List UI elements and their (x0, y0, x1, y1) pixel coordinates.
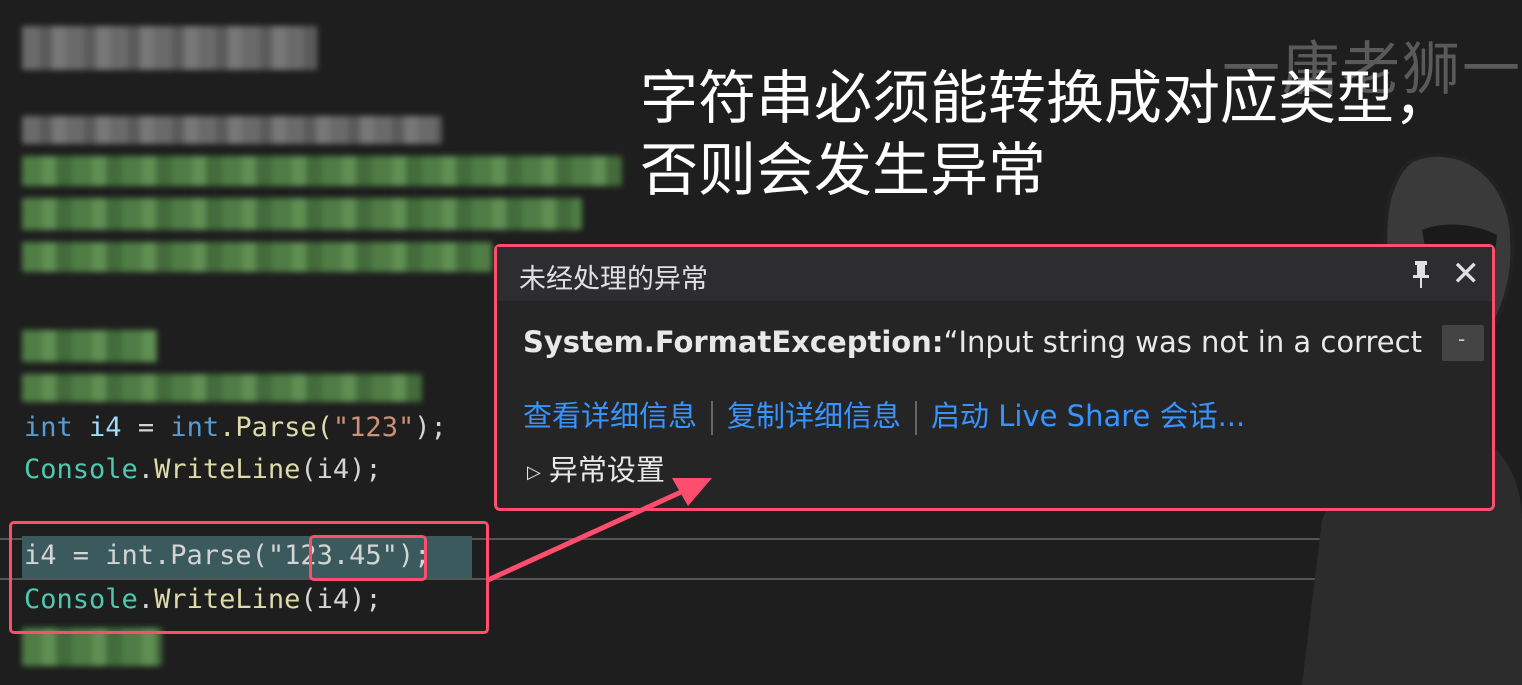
error-code-highlight-box (9, 521, 489, 634)
copy-details-link[interactable]: 复制详细信息 (727, 399, 901, 433)
view-details-link[interactable]: 查看详细信息 (523, 399, 697, 433)
blurred-comment-line (22, 156, 622, 186)
link-separator (711, 401, 714, 435)
blurred-comment-line (22, 374, 422, 402)
code-line-parse-valid: int i4 = int.Parse("123"); (24, 412, 447, 443)
blurred-code-line (22, 116, 442, 144)
popup-header: 未经处理的异常 ✕ (497, 247, 1492, 301)
live-share-link[interactable]: 启动 Live Share 会话... (931, 399, 1245, 433)
exception-popup: 未经处理的异常 ✕ System.FormatException:“Input … (494, 244, 1495, 511)
blurred-comment-line (22, 242, 492, 272)
exception-settings-label: 异常设置 (548, 453, 665, 487)
popup-title: 未经处理的异常 (519, 264, 708, 295)
blurred-code-line (22, 26, 317, 70)
annotation-text: 字符串必须能转换成对应类型， 否则会发生异常 (640, 62, 1510, 206)
message-scroll-button[interactable]: - (1442, 325, 1484, 361)
link-separator (915, 401, 918, 435)
exception-type: System.FormatException: (523, 325, 944, 359)
blurred-comment-line (22, 330, 157, 362)
pin-icon[interactable] (1412, 259, 1430, 289)
annotation-line-1: 字符串必须能转换成对应类型， (640, 64, 1453, 132)
expand-triangle-icon: ▷ (527, 461, 541, 483)
exception-detail: “Input string was not in a correct (943, 325, 1422, 359)
exception-settings-toggle[interactable]: ▷ 异常设置 (527, 447, 665, 489)
exception-message: System.FormatException:“Input string was… (523, 325, 1422, 359)
popup-links: 查看详细信息 复制详细信息 启动 Live Share 会话... (523, 393, 1245, 435)
code-line-writeline: Console.WriteLine(i4); (24, 454, 382, 485)
annotation-line-2: 否则会发生异常 (640, 136, 1047, 204)
blurred-comment-line (22, 198, 582, 230)
close-icon[interactable]: ✕ (1452, 255, 1481, 293)
